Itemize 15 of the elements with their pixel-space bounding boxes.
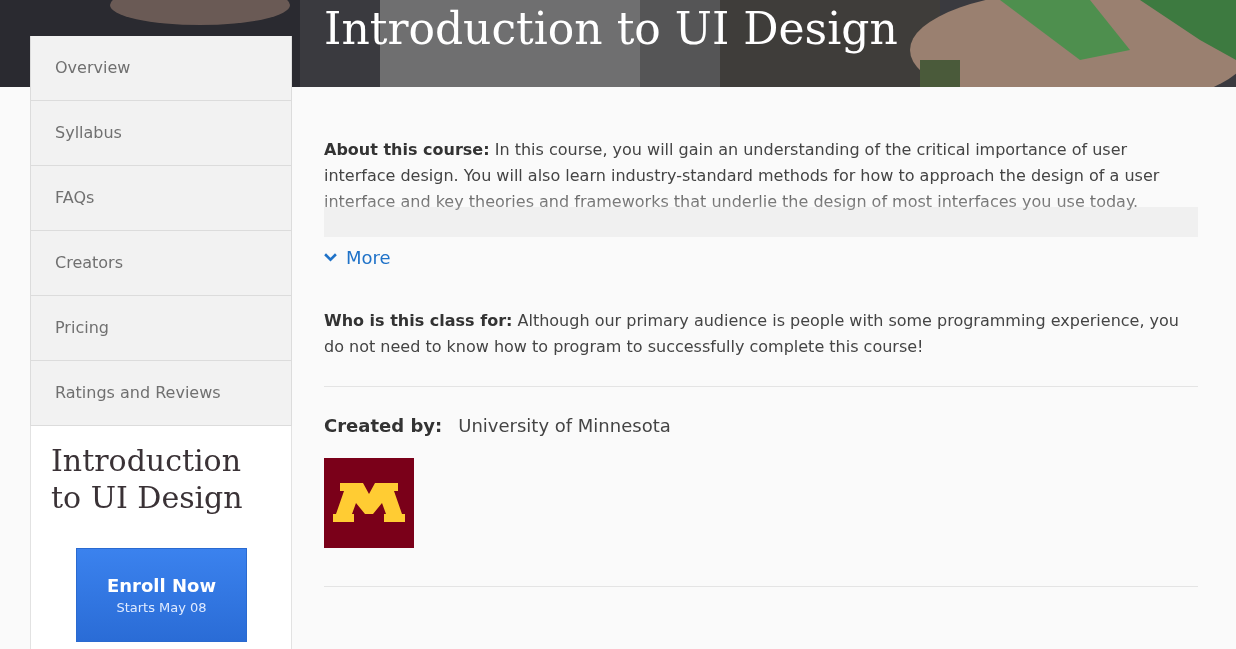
course-title: Introduction to UI Design	[324, 2, 898, 56]
created-by-label: Created by:	[324, 415, 443, 436]
sidebar-item[interactable]: Syllabus	[30, 101, 292, 166]
sidebar-item[interactable]: FAQs	[30, 166, 292, 231]
sidebar-item[interactable]: Overview	[30, 36, 292, 101]
sidebar-item[interactable]: Pricing	[30, 296, 292, 361]
sidebar-item[interactable]: Ratings and Reviews	[30, 361, 292, 426]
chevron-down-icon	[324, 253, 337, 262]
university-name: University of Minnesota	[458, 415, 671, 436]
more-link[interactable]: More	[324, 247, 391, 268]
card-title: Introduction to UI Design	[51, 442, 244, 516]
audience-text: Who is this class for: Although our primary audience is people with some programming experience, you do not need to know how to program to successfully complete this course!	[324, 310, 1180, 358]
enroll-button[interactable]: Enroll Now Starts May 08	[76, 548, 247, 642]
sidebar-item[interactable]: Creators	[30, 231, 292, 296]
course-description: About this course: In this course, you will gain an understanding of the critical importance of user interface design. You will also learn industry-standard methods for how to approach the design of a user interface and key theories and frameworks that underlie the design of most interfaces you use today.	[324, 139, 1161, 213]
